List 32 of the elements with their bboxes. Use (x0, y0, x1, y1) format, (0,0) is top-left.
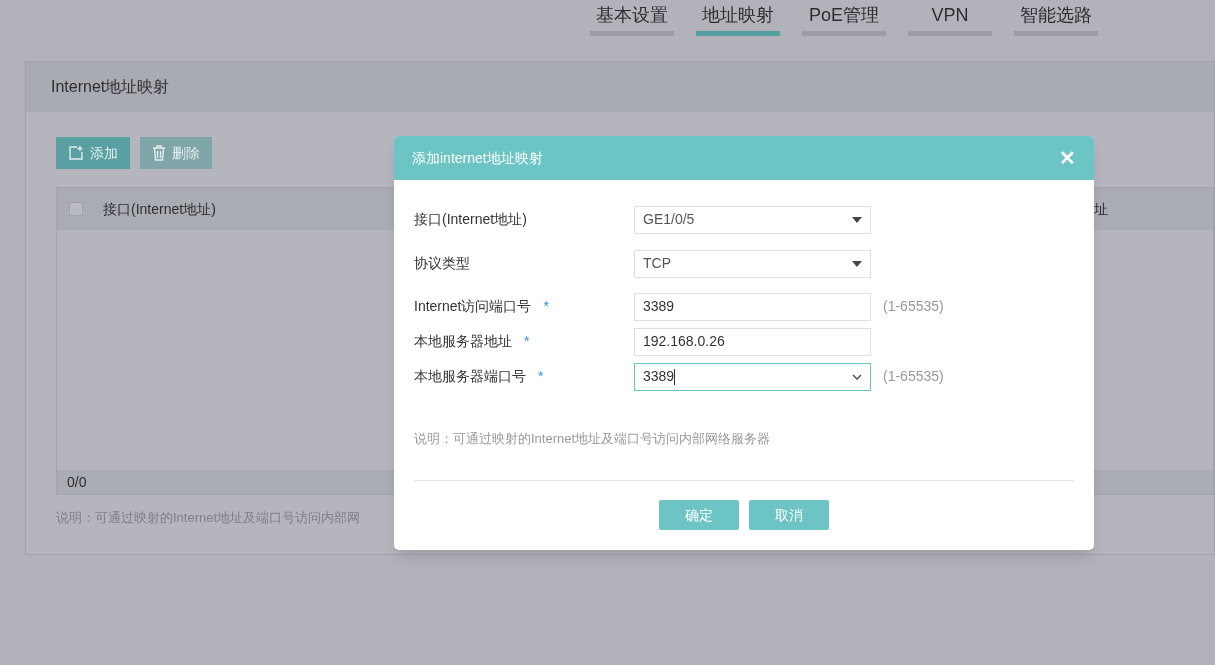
range-hint: (1-65535) (883, 297, 944, 316)
add-icon (68, 145, 84, 161)
caret-icon (852, 260, 862, 267)
select-field[interactable]: GE1/0/5 (634, 205, 871, 234)
column-header: 接口(Internet地址) (103, 199, 216, 219)
field-label: 接口(Internet地址) (414, 210, 527, 229)
field-label: 协议类型 (414, 254, 470, 273)
input-field[interactable]: 3389 (634, 292, 871, 321)
tab[interactable]: 智能选路 (1014, 0, 1098, 36)
required-asterisk: * (538, 367, 544, 386)
input-field[interactable]: 192.168.0.26 (634, 327, 871, 356)
tab[interactable]: 基本设置 (590, 0, 674, 36)
required-asterisk: * (543, 297, 549, 316)
panel-title: Internet地址映射 (51, 77, 170, 97)
range-hint: (1-65535) (883, 367, 944, 386)
note-text: 说明：可通过映射的Internet地址及端口号访问内部网络服务器 (414, 431, 771, 446)
tab[interactable]: PoE管理 (802, 0, 886, 36)
chevron-icon (852, 373, 862, 380)
dialog-title: 添加internet地址映射 (412, 148, 543, 168)
field-label: 本地服务器地址 (414, 332, 512, 351)
combo-field[interactable]: 3389 (634, 362, 871, 391)
checkbox[interactable] (69, 202, 83, 216)
tab[interactable]: VPN (908, 0, 992, 36)
trash-icon (152, 145, 166, 161)
required-asterisk: * (524, 332, 530, 351)
field-label: 本地服务器端口号 (414, 367, 526, 386)
caret-icon (852, 216, 862, 223)
select-field[interactable]: TCP (634, 249, 871, 278)
tab[interactable]: 地址映射 (696, 0, 780, 36)
page-count: 0/0 (67, 472, 87, 492)
column-header: 址 (1094, 199, 1108, 219)
field-label: Internet访问端口号 (414, 297, 532, 316)
